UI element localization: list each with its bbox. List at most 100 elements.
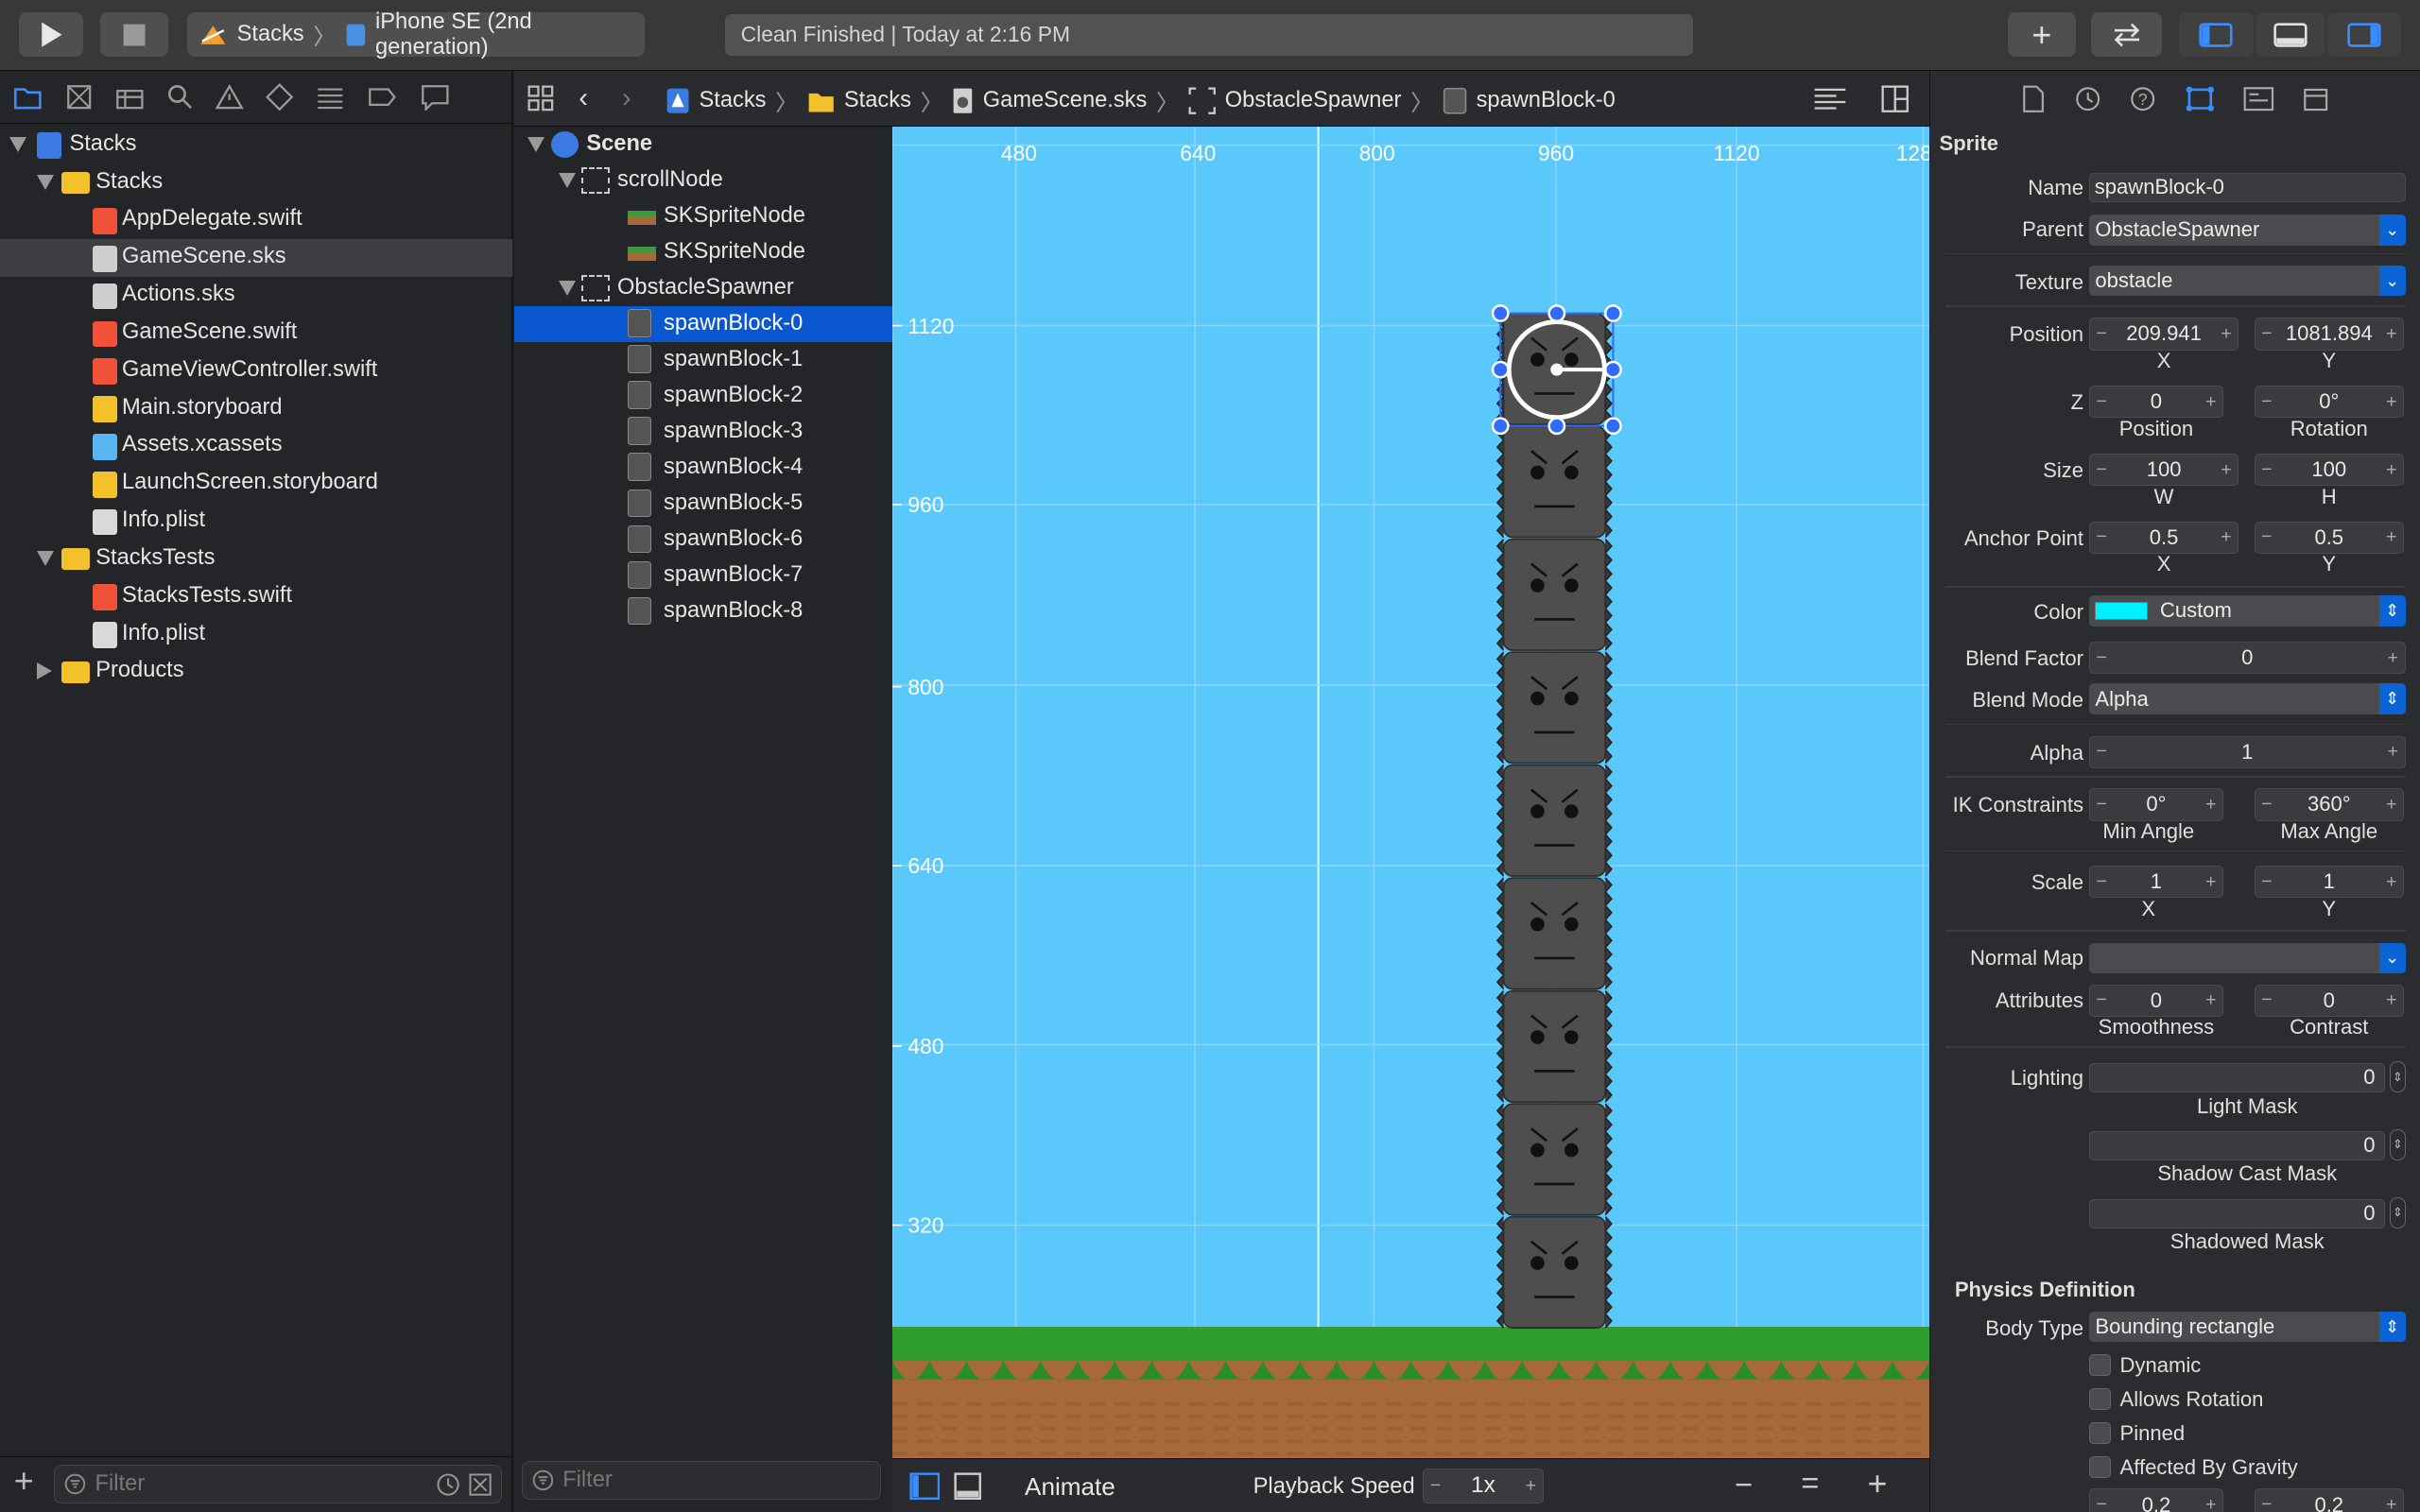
plus-icon[interactable]: + xyxy=(2205,794,2216,816)
symbol-icon[interactable] xyxy=(114,83,146,111)
file-inspector-icon[interactable] xyxy=(2021,85,2046,112)
scheme-selector[interactable]: Stacks 〉 iPhone SE (2nd generation) xyxy=(186,9,646,60)
minus-icon[interactable]: − xyxy=(2096,459,2106,481)
toggle-debug-area-button[interactable] xyxy=(2256,12,2325,58)
related-items-icon[interactable] xyxy=(527,85,555,112)
nav-file-appdelegate[interactable]: AppDelegate.swift xyxy=(0,202,512,239)
obstacle-block-6[interactable] xyxy=(1495,989,1613,1103)
minus-icon[interactable]: − xyxy=(2261,459,2272,481)
outline-spawnblock-8[interactable]: spawnBlock-8 xyxy=(514,593,892,629)
plus-icon[interactable]: + xyxy=(2386,1494,2396,1512)
blend-factor-stepper[interactable]: − 0 + xyxy=(2088,642,2406,675)
light-mask-field[interactable]: 0 xyxy=(2088,1062,2386,1092)
plus-icon[interactable]: + xyxy=(2386,459,2396,481)
zoom-in-icon[interactable]: + xyxy=(1867,1464,1887,1503)
minus-icon[interactable]: − xyxy=(2096,741,2106,763)
nav-group-products[interactable]: Products xyxy=(0,654,512,691)
plus-icon[interactable]: + xyxy=(2386,526,2396,548)
ik-max-stepper[interactable]: − 360° + xyxy=(2254,788,2404,821)
plus-icon[interactable]: + xyxy=(2205,871,2216,893)
outline-spawnblock-4[interactable]: spawnBlock-4 xyxy=(514,450,892,486)
nav-file-info-plist[interactable]: Info.plist xyxy=(0,503,512,540)
outline-scene[interactable]: Scene xyxy=(514,127,892,163)
ik-min-stepper[interactable]: − 0° + xyxy=(2088,788,2223,821)
nav-file-stackstests-swift[interactable]: StacksTests.swift xyxy=(0,578,512,615)
outline-spawnblock-0[interactable]: spawnBlock-0 xyxy=(513,306,892,342)
obstacle-block-7[interactable] xyxy=(1495,1103,1613,1216)
nav-file-tests-info-plist[interactable]: Info.plist xyxy=(0,616,512,653)
plus-icon[interactable]: + xyxy=(2205,391,2216,413)
resize-handle[interactable] xyxy=(1603,360,1622,379)
disclosure-open-icon[interactable] xyxy=(37,551,55,567)
smoothness-stepper[interactable]: − 0 + xyxy=(2088,984,2223,1017)
outline-spawnblock-5[interactable]: spawnBlock-5 xyxy=(514,486,892,522)
code-review-button[interactable] xyxy=(2091,12,2163,58)
outline-sprite-node-2[interactable]: SKSpriteNode xyxy=(514,234,892,270)
dynamic-checkbox[interactable]: Dynamic xyxy=(2088,1351,2406,1379)
anchor-y-stepper[interactable]: − 0.5 + xyxy=(2254,521,2404,555)
plus-icon[interactable]: + xyxy=(2386,794,2396,816)
editor-options-icon[interactable] xyxy=(1813,85,1847,112)
disclosure-open-icon[interactable] xyxy=(37,175,55,190)
outline-spawnblock-7[interactable]: spawnBlock-7 xyxy=(514,558,892,593)
contrast-stepper[interactable]: − 0 + xyxy=(2254,984,2404,1017)
playback-speed-stepper[interactable]: − 1x + xyxy=(1423,1468,1544,1504)
plus-icon[interactable]: + xyxy=(2386,391,2396,413)
position-y-stepper[interactable]: −1081.894 + xyxy=(2254,318,2404,351)
breadcrumb-project[interactable]: Stacks xyxy=(700,88,767,113)
outline-scrollnode[interactable]: scrollNode xyxy=(514,163,892,198)
z-rotation-stepper[interactable]: − 0° + xyxy=(2254,386,2404,419)
plus-icon[interactable]: + xyxy=(2388,647,2398,669)
scale-x-stepper[interactable]: − 1 + xyxy=(2088,865,2223,899)
parent-dropdown[interactable]: ObstacleSpawner ⌄ xyxy=(2088,214,2406,246)
minus-icon[interactable]: − xyxy=(2261,871,2272,893)
minus-icon[interactable]: − xyxy=(2096,794,2106,816)
minus-icon[interactable]: − xyxy=(1430,1475,1441,1497)
outline-spawnblock-1[interactable]: spawnBlock-1 xyxy=(514,342,892,378)
resize-handle[interactable] xyxy=(1603,417,1622,435)
nav-file-actions[interactable]: Actions.sks xyxy=(0,277,512,314)
minus-icon[interactable]: − xyxy=(2096,391,2106,413)
plus-icon[interactable]: + xyxy=(2221,526,2231,548)
scm-filter-icon[interactable] xyxy=(468,1472,493,1497)
history-icon[interactable] xyxy=(2074,85,2101,112)
pinned-checkbox[interactable]: Pinned xyxy=(2088,1419,2406,1447)
plus-icon[interactable]: + xyxy=(2205,989,2216,1011)
help-icon[interactable]: ? xyxy=(2129,85,2156,112)
plus-icon[interactable]: + xyxy=(2386,989,2396,1011)
nav-file-gameviewcontroller[interactable]: GameViewController.swift xyxy=(0,352,512,389)
outline-filter-field[interactable]: Filter xyxy=(521,1461,882,1500)
physics-y-stepper[interactable]: − 0.2 + xyxy=(2254,1488,2404,1512)
minus-icon[interactable]: − xyxy=(2261,323,2272,345)
checkbox-box[interactable] xyxy=(2088,1388,2111,1411)
custom-class-icon[interactable] xyxy=(2243,85,2274,112)
obstacle-block-5[interactable] xyxy=(1495,877,1613,990)
body-type-dropdown[interactable]: Bounding rectangle ⇕ xyxy=(2088,1311,2406,1343)
minus-icon[interactable]: − xyxy=(2096,323,2106,345)
breadcrumb-node[interactable]: ObstacleSpawner xyxy=(1225,88,1402,113)
resize-handle[interactable] xyxy=(1547,417,1565,435)
physics-x-stepper[interactable]: − 0.2 + xyxy=(2088,1488,2223,1512)
blend-mode-dropdown[interactable]: Alpha ⇕ xyxy=(2088,683,2406,714)
outline-spawnblock-3[interactable]: spawnBlock-3 xyxy=(514,414,892,450)
breadcrumb-group[interactable]: Stacks xyxy=(844,88,911,113)
checkbox-box[interactable] xyxy=(2088,1456,2111,1478)
outline-toggle-icon[interactable] xyxy=(909,1472,941,1501)
debug-icon[interactable] xyxy=(315,83,346,111)
plus-icon[interactable]: + xyxy=(1526,1475,1536,1497)
affected-by-gravity-checkbox[interactable]: Affected By Gravity xyxy=(2088,1453,2406,1481)
minus-icon[interactable]: − xyxy=(2096,647,2106,669)
stepper-arrows-icon[interactable]: ⇕ xyxy=(2390,1196,2406,1228)
stepper-arrows-icon[interactable]: ⇕ xyxy=(2390,1129,2406,1160)
size-w-stepper[interactable]: − 100 + xyxy=(2088,453,2239,487)
z-position-stepper[interactable]: − 0 + xyxy=(2088,386,2223,419)
outline-sprite-node-1[interactable]: SKSpriteNode xyxy=(514,198,892,234)
obstacle-block-1[interactable] xyxy=(1495,425,1613,539)
report-icon[interactable] xyxy=(420,83,451,112)
checkbox-box[interactable] xyxy=(2088,1354,2111,1377)
nav-project-stacks[interactable]: Stacks xyxy=(0,127,512,163)
disclosure-open-icon[interactable] xyxy=(558,281,576,297)
plus-icon[interactable]: + xyxy=(2205,1494,2216,1512)
disclosure-open-icon[interactable] xyxy=(527,137,545,152)
breadcrumb-sprite[interactable]: spawnBlock-0 xyxy=(1477,88,1616,113)
